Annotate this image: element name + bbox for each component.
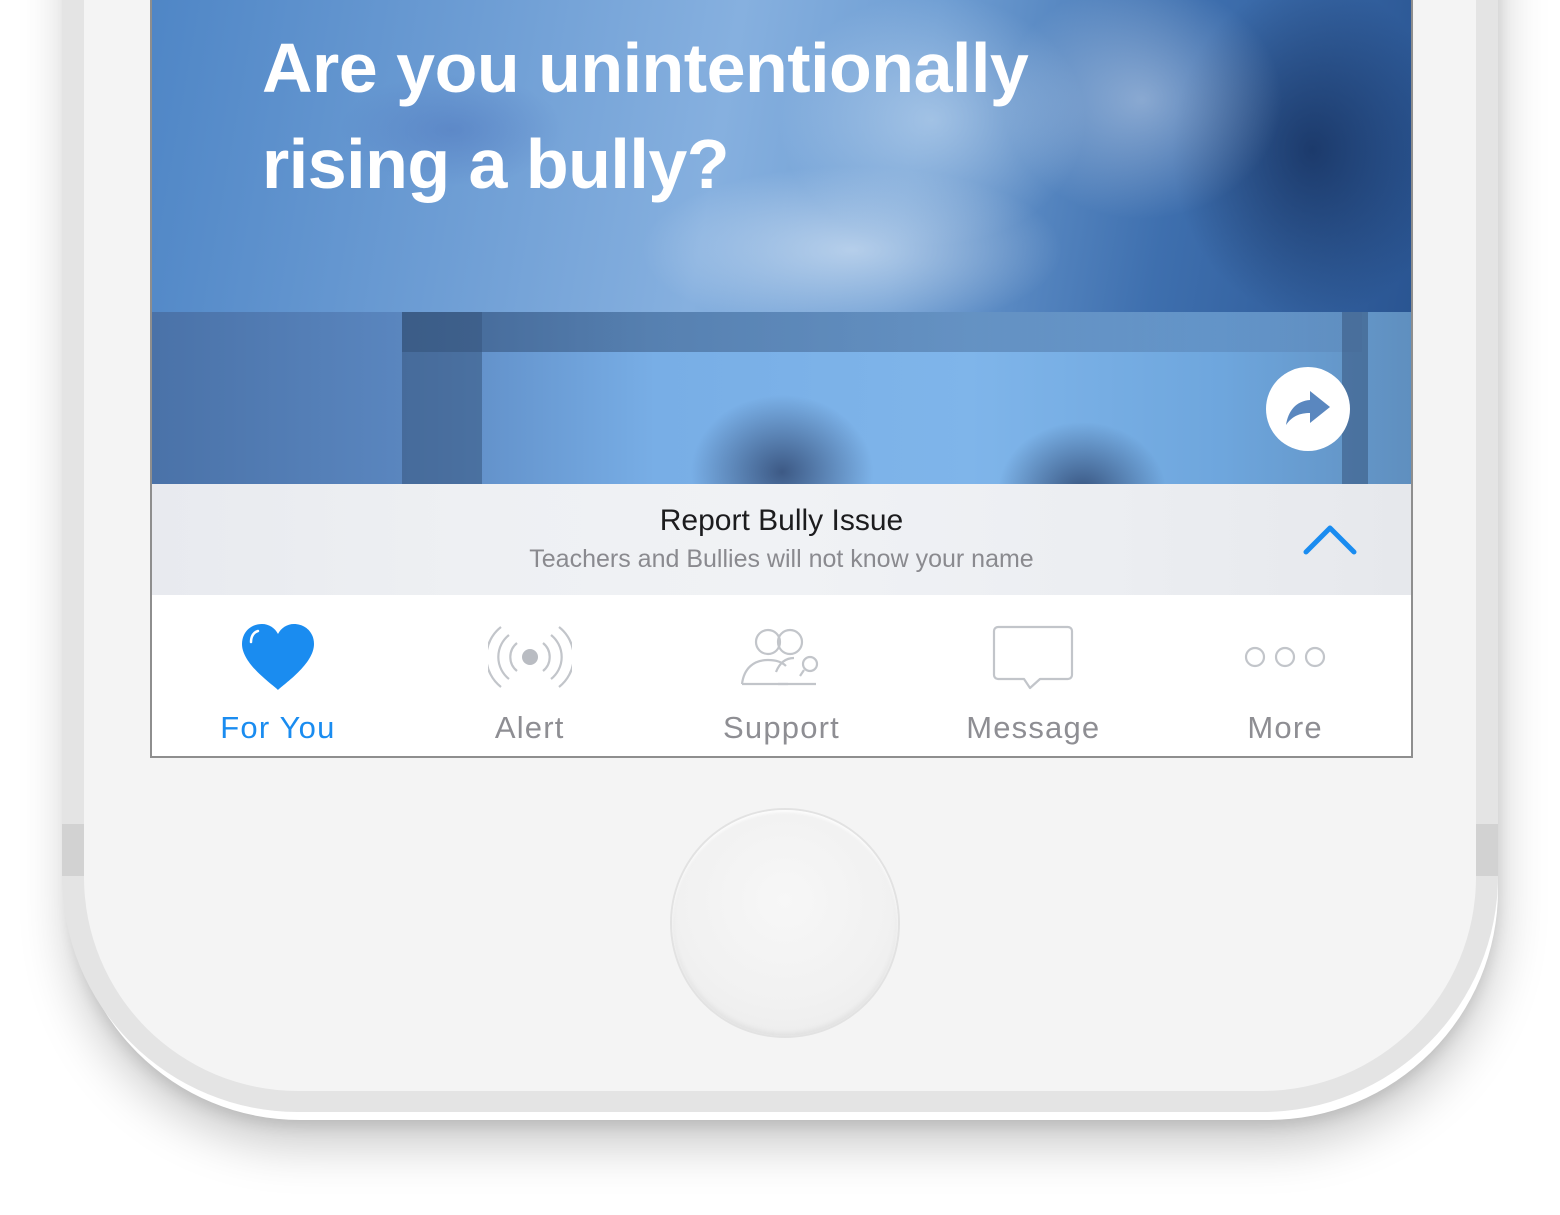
tab-support[interactable]: Support — [656, 595, 908, 756]
report-title: Report Bully Issue — [659, 504, 904, 537]
report-bully-bar[interactable]: Report Bully Issue Teachers and Bullies … — [152, 484, 1411, 595]
tab-for-you[interactable]: For You — [152, 595, 404, 756]
people-icon — [736, 619, 826, 695]
tab-bar: For You Alert Support Message More — [152, 595, 1411, 756]
tab-label: Support — [723, 710, 840, 745]
photo-detail — [402, 312, 1362, 352]
headline-line: Are you unintentionally — [262, 29, 1029, 107]
home-button[interactable] — [672, 810, 898, 1036]
share-button[interactable] — [1266, 367, 1350, 451]
article-headline[interactable]: Are you unintentionally rising a bully? — [262, 20, 1262, 212]
speech-bubble-icon — [988, 619, 1078, 695]
tab-label: For You — [220, 710, 336, 745]
heart-icon — [233, 619, 323, 695]
tab-label: Message — [966, 710, 1101, 745]
tab-message[interactable]: Message — [907, 595, 1159, 756]
headline-line: rising a bully? — [262, 125, 730, 203]
chevron-up-icon[interactable] — [1302, 520, 1358, 556]
tab-alert[interactable]: Alert — [404, 595, 656, 756]
device-mockup: Are you unintentionally rising a bully? … — [0, 0, 1560, 1215]
broadcast-icon — [485, 619, 575, 695]
photo-detail — [402, 312, 482, 484]
tab-label: More — [1247, 710, 1323, 745]
tab-more[interactable]: More — [1159, 595, 1411, 756]
antenna-band — [62, 824, 84, 876]
app-screen: Are you unintentionally rising a bully? … — [150, 0, 1413, 758]
tab-label: Alert — [494, 710, 565, 745]
share-arrow-icon — [1286, 391, 1330, 425]
report-subtitle: Teachers and Bullies will not know your … — [529, 545, 1034, 573]
more-dots-icon — [1240, 619, 1330, 695]
antenna-band — [1476, 824, 1498, 876]
